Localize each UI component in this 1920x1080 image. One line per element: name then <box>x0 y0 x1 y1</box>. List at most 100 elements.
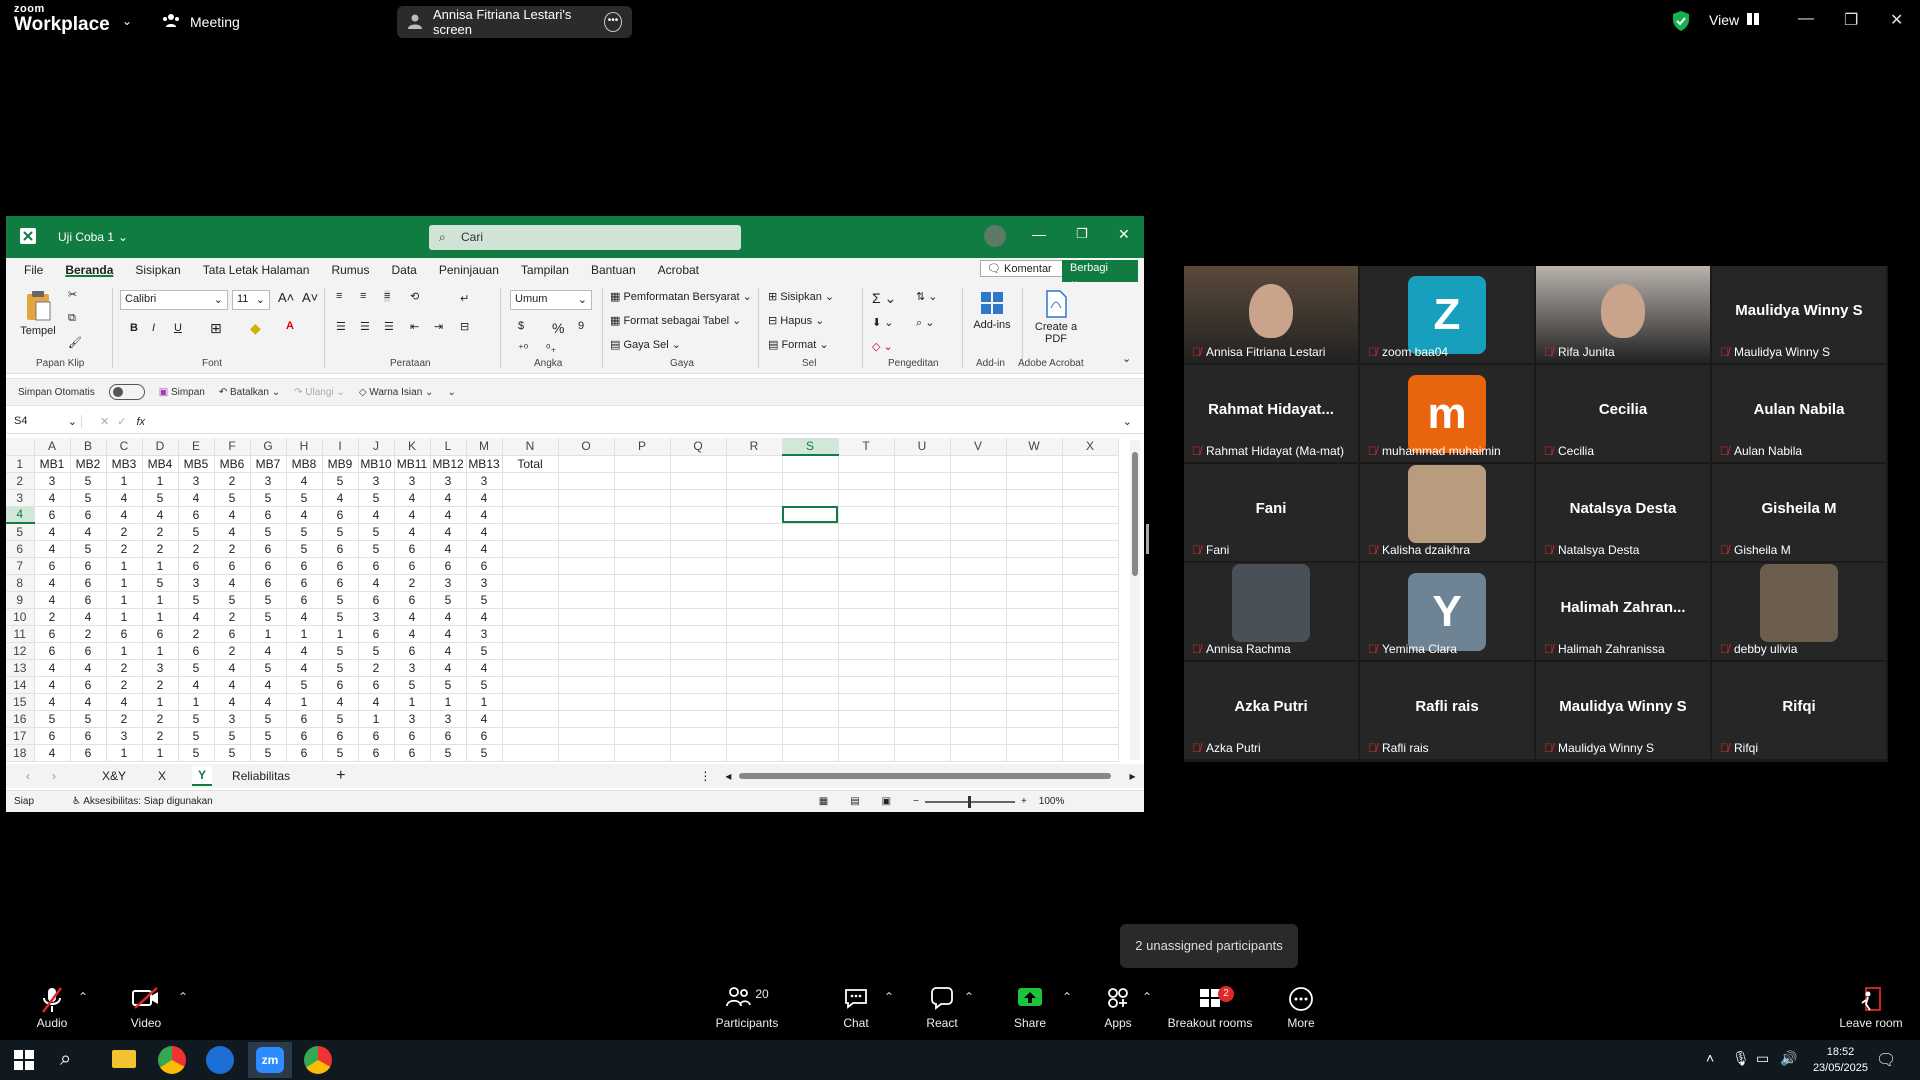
cell[interactable] <box>950 591 1007 609</box>
cell[interactable]: MB12 <box>430 455 467 473</box>
cell[interactable]: 5 <box>250 659 287 677</box>
cell[interactable]: 5 <box>178 523 215 541</box>
cell[interactable]: 2 <box>106 710 143 728</box>
cell[interactable] <box>726 489 783 507</box>
align-bottom-icon[interactable]: ≡ <box>384 290 391 302</box>
confirm-formula-icon[interactable]: ✓ <box>117 415 126 428</box>
cell[interactable] <box>1006 574 1063 592</box>
cell[interactable]: 5 <box>70 540 107 558</box>
align-top-icon[interactable]: ≡ <box>336 290 342 302</box>
cell[interactable] <box>950 659 1007 677</box>
column-header[interactable]: K <box>394 438 431 456</box>
sheet-tab-x[interactable]: X <box>158 769 166 783</box>
participant-tile[interactable]: 🎙̸ Annisa Rachma <box>1184 563 1358 660</box>
cell[interactable] <box>1062 625 1119 643</box>
column-header[interactable]: D <box>142 438 179 456</box>
cell[interactable]: 6 <box>322 540 359 558</box>
underline-icon[interactable]: U <box>174 322 182 334</box>
cell[interactable]: 6 <box>322 574 359 592</box>
row-header[interactable]: 7 <box>6 557 35 575</box>
cell[interactable]: 2 <box>106 523 143 541</box>
cell[interactable]: 2 <box>142 540 179 558</box>
cell[interactable] <box>558 455 615 473</box>
zoom-in-icon[interactable]: + <box>1021 796 1027 807</box>
participant-tile[interactable]: Rahmat Hidayat... 🎙̸ Rahmat Hidayat (Ma-ma… <box>1184 365 1358 462</box>
spreadsheet-grid[interactable]: A B C D E F G H I J K L M N O P Q R S T U V W X 1 MB1 MB2 MB3 MB4 MB5… <box>6 438 1130 762</box>
cell[interactable] <box>502 642 559 660</box>
cell[interactable] <box>950 489 1007 507</box>
format-painter-icon[interactable]: 🖌 <box>68 336 82 349</box>
cell[interactable]: 6 <box>70 727 107 745</box>
cell[interactable]: MB9 <box>322 455 359 473</box>
volume-icon[interactable]: 🔊 <box>1780 1050 1797 1067</box>
cell[interactable]: 5 <box>250 591 287 609</box>
cell[interactable] <box>838 608 895 626</box>
cell[interactable]: 4 <box>34 574 71 592</box>
cell[interactable] <box>782 574 839 592</box>
cell[interactable]: MB6 <box>214 455 251 473</box>
font-color-icon[interactable]: A <box>286 320 294 332</box>
cell[interactable]: 5 <box>250 727 287 745</box>
cell[interactable] <box>838 506 895 524</box>
cell[interactable]: 5 <box>322 472 359 490</box>
video-options-caret[interactable]: ⌃ <box>178 990 188 1004</box>
cell[interactable] <box>726 455 783 473</box>
cell[interactable]: 4 <box>34 523 71 541</box>
cell[interactable]: 5 <box>286 489 323 507</box>
cell[interactable] <box>1062 693 1119 711</box>
cell[interactable]: 4 <box>70 659 107 677</box>
cell[interactable] <box>1006 455 1063 473</box>
split-divider-handle[interactable] <box>1146 524 1149 554</box>
cell[interactable]: 4 <box>34 676 71 694</box>
page-layout-icon[interactable]: ▤ <box>850 796 859 807</box>
cell[interactable]: 5 <box>178 591 215 609</box>
align-middle-icon[interactable]: ≡ <box>360 290 366 302</box>
cell[interactable] <box>782 659 839 677</box>
cell[interactable]: 5 <box>466 642 503 660</box>
cell[interactable]: 6 <box>250 540 287 558</box>
cell[interactable]: 4 <box>358 506 395 524</box>
cell[interactable]: 6 <box>70 744 107 762</box>
cell[interactable] <box>950 642 1007 660</box>
cell[interactable] <box>950 574 1007 592</box>
audio-button[interactable]: Audio <box>34 986 70 1030</box>
cell[interactable]: 3 <box>358 472 395 490</box>
cell[interactable] <box>782 472 839 490</box>
tab-bantuan[interactable]: Bantuan <box>591 263 636 277</box>
cell[interactable] <box>1006 523 1063 541</box>
cell[interactable] <box>1062 591 1119 609</box>
cell[interactable]: 4 <box>466 506 503 524</box>
cell[interactable] <box>1062 506 1119 524</box>
tab-acrobat[interactable]: Acrobat <box>658 263 699 277</box>
close-icon[interactable]: ✕ <box>1118 226 1130 243</box>
cell[interactable] <box>1006 591 1063 609</box>
cell[interactable]: 6 <box>70 506 107 524</box>
column-header[interactable]: E <box>178 438 215 456</box>
cell[interactable]: 4 <box>286 642 323 660</box>
cell[interactable]: 6 <box>286 744 323 762</box>
zoom-out-icon[interactable]: − <box>913 796 919 807</box>
undo-button[interactable]: ↶ Batalkan ⌄ <box>219 387 280 398</box>
cell[interactable]: 4 <box>214 574 251 592</box>
cell[interactable] <box>558 676 615 694</box>
cell[interactable]: 4 <box>466 608 503 626</box>
cell[interactable]: 5 <box>286 540 323 558</box>
cell[interactable]: 4 <box>430 608 467 626</box>
participant-tile[interactable]: Halimah Zahran... 🎙̸ Halimah Zahranissa <box>1536 563 1710 660</box>
cell[interactable] <box>838 676 895 694</box>
participant-tile[interactable]: 🎙̸ Rifa Junita <box>1536 266 1710 363</box>
cell[interactable]: 6 <box>322 676 359 694</box>
cell[interactable] <box>782 710 839 728</box>
participant-tile[interactable]: 🎙̸ Kalisha dzaikhra <box>1360 464 1534 561</box>
row-header[interactable]: 17 <box>6 727 35 745</box>
cell[interactable] <box>894 574 951 592</box>
cell[interactable] <box>726 472 783 490</box>
cell[interactable] <box>894 625 951 643</box>
tab-data[interactable]: Data <box>391 263 416 277</box>
cell[interactable] <box>670 710 727 728</box>
cell[interactable] <box>502 625 559 643</box>
cell[interactable] <box>950 625 1007 643</box>
cell[interactable]: 4 <box>34 659 71 677</box>
cell[interactable] <box>502 608 559 626</box>
cell[interactable] <box>1062 523 1119 541</box>
